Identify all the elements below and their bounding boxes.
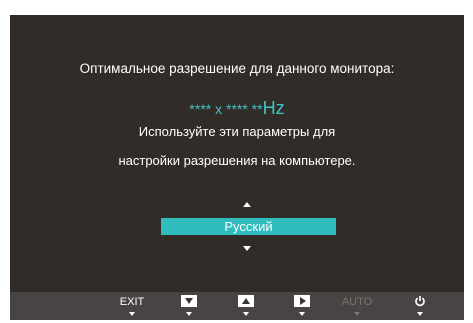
exit-label: EXIT bbox=[119, 296, 145, 308]
auto-label: AUTO bbox=[341, 296, 373, 308]
hint-line-2: настройки разрешения на компьютере. bbox=[118, 153, 356, 168]
enter-button[interactable] bbox=[282, 292, 322, 320]
osd-window: Оптимальное разрешение для данного монит… bbox=[10, 15, 464, 320]
resolution-text: **** x **** **Hz bbox=[10, 98, 464, 119]
scroll-down-icon[interactable] bbox=[243, 246, 251, 251]
up-indicator-icon bbox=[243, 312, 249, 316]
exit-button[interactable]: EXIT bbox=[112, 292, 152, 320]
language-selector[interactable]: Русский bbox=[161, 218, 336, 235]
down-indicator-icon bbox=[186, 312, 192, 316]
osd-title: Оптимальное разрешение для данного монит… bbox=[79, 61, 395, 76]
up-button[interactable] bbox=[226, 292, 266, 320]
power-indicator-icon bbox=[417, 312, 423, 316]
enter-indicator-icon bbox=[299, 312, 305, 316]
power-button[interactable] bbox=[400, 292, 440, 320]
down-button[interactable] bbox=[169, 292, 209, 320]
hint-line-1: Используйте эти параметры для bbox=[138, 124, 336, 139]
power-icon bbox=[415, 296, 425, 307]
auto-indicator-icon bbox=[354, 312, 360, 316]
button-bar: EXIT AUTO bbox=[10, 292, 464, 320]
up-arrow-icon bbox=[238, 295, 254, 307]
exit-indicator-icon bbox=[129, 312, 135, 316]
resolution-value: **** x **** ** bbox=[189, 101, 263, 117]
down-arrow-icon bbox=[181, 295, 197, 307]
scroll-up-icon[interactable] bbox=[243, 202, 251, 207]
resolution-unit: Hz bbox=[262, 98, 285, 118]
auto-button[interactable]: AUTO bbox=[337, 292, 377, 320]
right-arrow-icon bbox=[294, 295, 310, 307]
